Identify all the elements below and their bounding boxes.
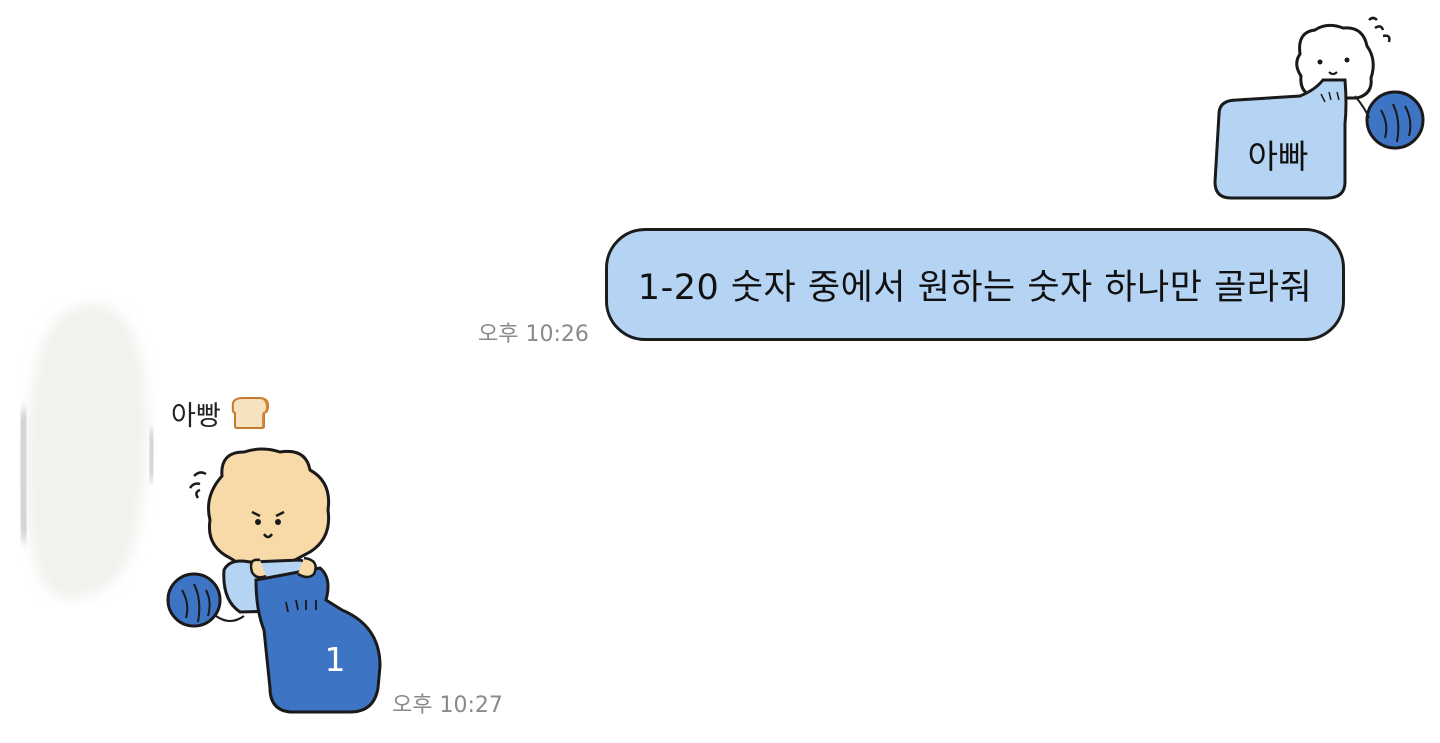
sent-message-bubble[interactable]: 1-20 숫자 중에서 원하는 숫자 하나만 골라줘 [605,228,1345,341]
sent-message-time: 오후 10:26 [478,322,589,347]
sent-message-text: 1-20 숫자 중에서 원하는 숫자 하나만 골라줘 [637,268,1313,308]
received-sticker-text: 1 [324,640,346,679]
sender-name: 아빵 [171,401,221,432]
received-message-time: 오후 10:27 [392,693,503,718]
sent-sticker-text: 아빠 [1247,137,1309,176]
bread-icon [231,397,270,429]
chat-screen: 아빠 1-20 숫자 중에서 원하는 숫자 하나만 골라줘 오후 10:26 아… [0,0,1440,743]
sender-avatar[interactable] [18,295,158,605]
received-sticker[interactable] [160,440,390,725]
